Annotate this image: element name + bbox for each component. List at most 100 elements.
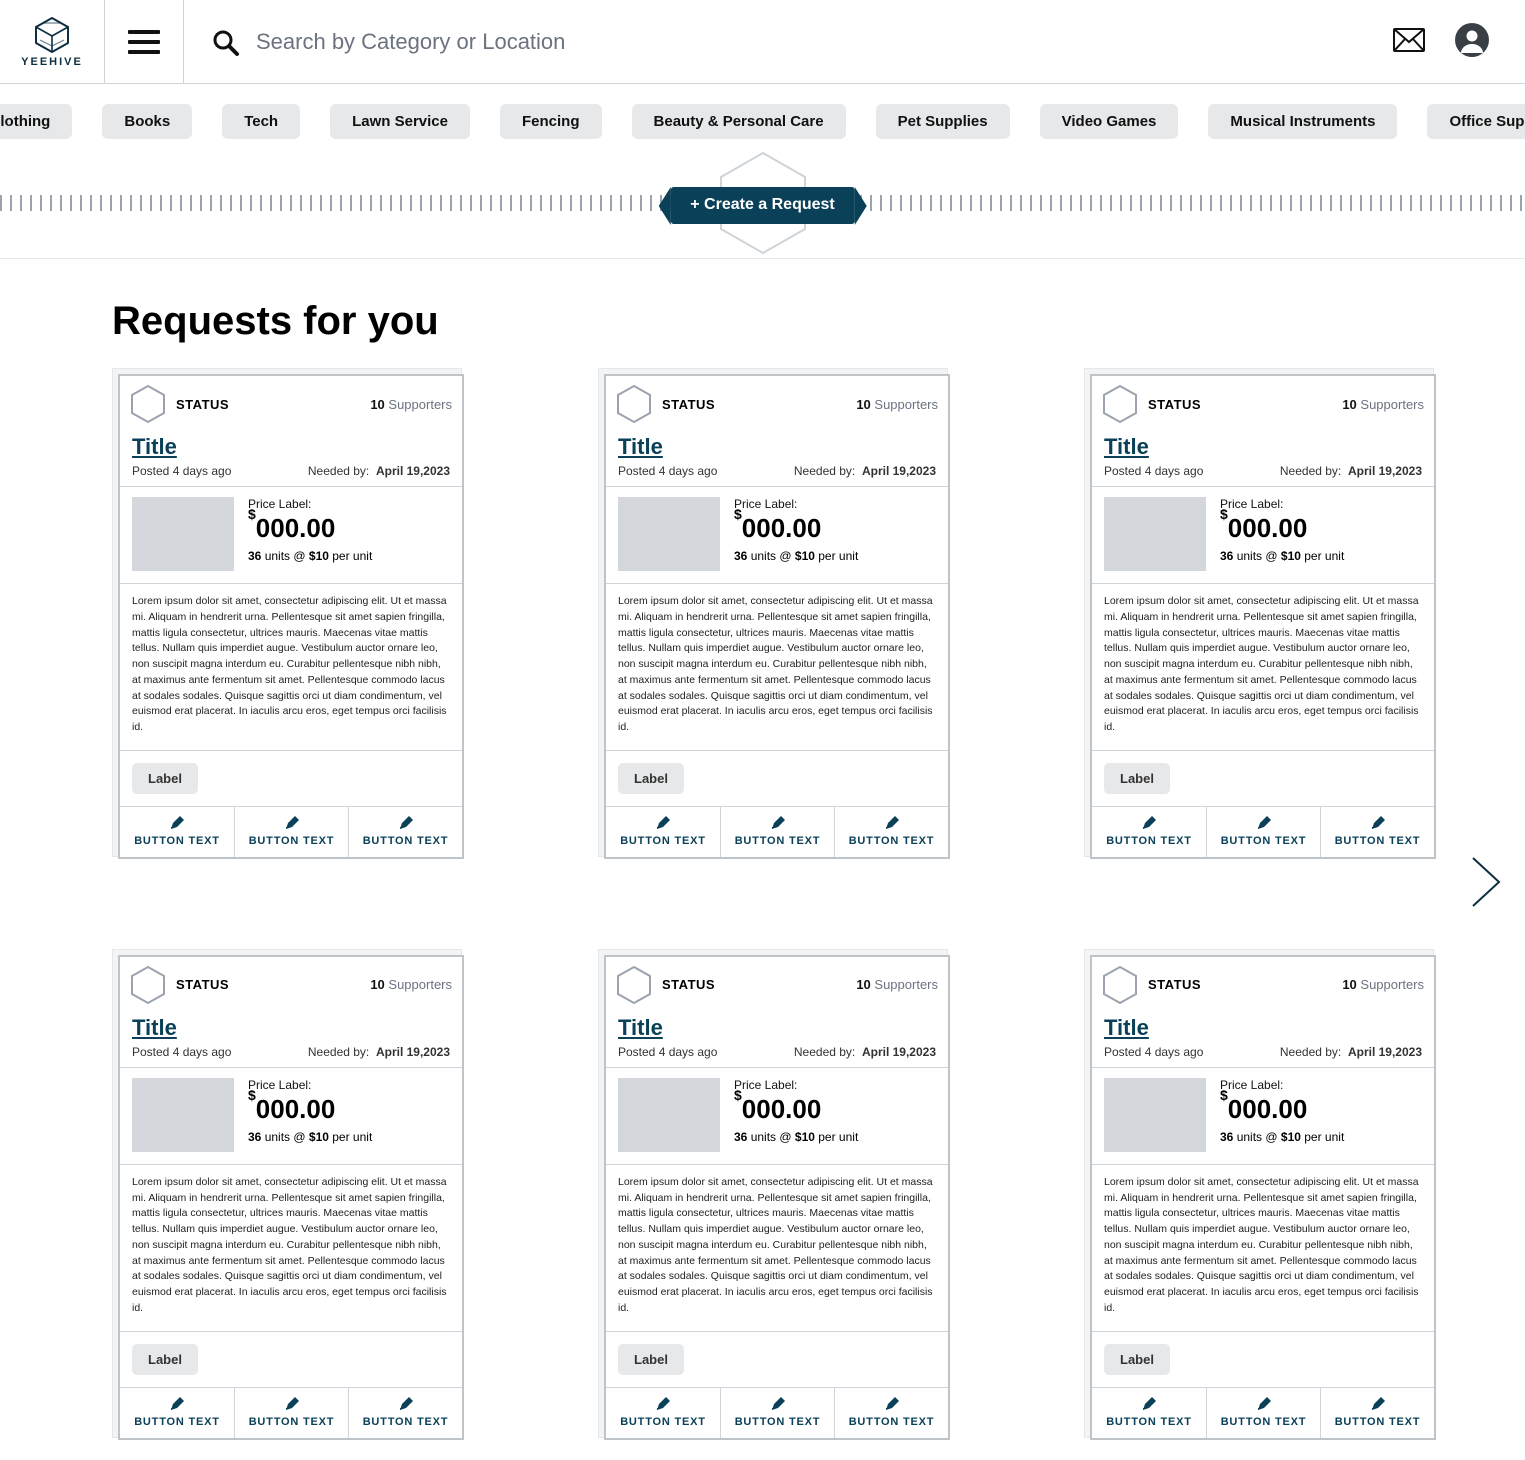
- posted-date: Posted 4 days ago: [618, 464, 717, 478]
- card-action-button[interactable]: BUTTON TEXT: [1320, 807, 1434, 857]
- status-label: STATUS: [1148, 977, 1201, 992]
- category-chip[interactable]: Pet Supplies: [876, 104, 1010, 139]
- hexagon-icon: [1102, 965, 1138, 1005]
- pencil-icon: [1256, 1396, 1272, 1412]
- card-action-button[interactable]: BUTTON TEXT: [348, 1388, 462, 1438]
- card-title-link[interactable]: Title: [1104, 1015, 1149, 1041]
- tag-chip[interactable]: Label: [618, 1344, 684, 1375]
- brand-name: YEEHIVE: [21, 56, 83, 68]
- top-header: YEEHIVE: [0, 0, 1525, 84]
- card-action-button[interactable]: BUTTON TEXT: [1092, 1388, 1206, 1438]
- card-title-link[interactable]: Title: [132, 1015, 177, 1041]
- card-description: Lorem ipsum dolor sit amet, consectetur …: [120, 1165, 462, 1332]
- supporters-count: 10 Supporters: [1342, 397, 1424, 412]
- needed-by: Needed by: April 19,2023: [308, 1045, 450, 1059]
- posted-date: Posted 4 days ago: [132, 1045, 231, 1059]
- pencil-icon: [284, 815, 300, 831]
- supporters-count: 10 Supporters: [370, 977, 452, 992]
- tag-chip[interactable]: Label: [618, 763, 684, 794]
- card-subheader: TitlePosted 4 days agoNeeded by: April 1…: [606, 1013, 948, 1068]
- tag-chip[interactable]: Label: [1104, 1344, 1170, 1375]
- messages-button[interactable]: [1393, 28, 1425, 55]
- supporters-count: 10 Supporters: [856, 977, 938, 992]
- cube-icon: [32, 16, 72, 54]
- category-chip[interactable]: Lawn Service: [330, 104, 470, 139]
- category-chip[interactable]: Office Supplies: [1427, 104, 1525, 139]
- card-subheader: Title Posted 4 days ago Needed by: April 1…: [120, 1013, 462, 1068]
- pencil-icon: [169, 1396, 185, 1412]
- card-action-button[interactable]: BUTTON TEXT: [720, 1388, 834, 1438]
- card-action-button[interactable]: BUTTON TEXT: [834, 807, 948, 857]
- supporters-count: 10 Supporters: [1342, 977, 1424, 992]
- category-chip[interactable]: Tech: [222, 104, 300, 139]
- card-description: Lorem ipsum dolor sit amet, consectetur …: [606, 1165, 948, 1332]
- hamburger-button[interactable]: [105, 0, 183, 84]
- card-action-button[interactable]: BUTTON TEXT: [234, 807, 348, 857]
- category-chip[interactable]: Video Games: [1040, 104, 1179, 139]
- supporters-count: 10 Supporters: [856, 397, 938, 412]
- account-button[interactable]: [1455, 23, 1489, 60]
- card-action-button[interactable]: BUTTON TEXT: [720, 807, 834, 857]
- category-chip[interactable]: Clothing: [0, 104, 72, 139]
- card-action-button[interactable]: BUTTON TEXT: [606, 807, 720, 857]
- brand-logo[interactable]: YEEHIVE: [0, 0, 104, 84]
- card-action-button[interactable]: BUTTON TEXT: [1206, 807, 1320, 857]
- card-header: STATUS 10 Supporters: [1092, 376, 1434, 432]
- tag-chip[interactable]: Label: [1104, 763, 1170, 794]
- request-card: STATUS 10 Supporters Title Posted 4 days ag…: [604, 955, 950, 1440]
- card-description: Lorem ipsum dolor sit amet, consectetur …: [606, 584, 948, 751]
- price-block: Price Label:$000.0036 units @ $10 per un…: [734, 1078, 858, 1152]
- category-chip[interactable]: Musical Instruments: [1208, 104, 1397, 139]
- next-page-button[interactable]: [1469, 854, 1503, 913]
- search-input[interactable]: [254, 28, 1357, 56]
- hexagon-icon: [1102, 384, 1138, 424]
- category-chips: WineClothingBooksTechLawn ServiceFencing…: [0, 84, 1525, 139]
- card-action-button[interactable]: BUTTON TEXT: [1206, 1388, 1320, 1438]
- card-actions: BUTTON TEXTBUTTON TEXTBUTTON TEXT: [120, 806, 462, 857]
- needed-by: Needed by: April 19,2023: [1280, 464, 1422, 478]
- pencil-icon: [884, 815, 900, 831]
- card-action-button[interactable]: BUTTON TEXT: [348, 807, 462, 857]
- card-action-button[interactable]: BUTTON TEXT: [1092, 807, 1206, 857]
- tag-chip[interactable]: Label: [132, 763, 198, 794]
- card-action-button[interactable]: BUTTON TEXT: [120, 807, 234, 857]
- card-action-button[interactable]: BUTTON TEXT: [834, 1388, 948, 1438]
- search-icon: [210, 27, 240, 57]
- price-block: Price Label:$000.0036 units @ $10 per un…: [734, 497, 858, 571]
- card-action-button[interactable]: BUTTON TEXT: [606, 1388, 720, 1438]
- pencil-icon: [398, 815, 414, 831]
- pencil-icon: [1370, 1396, 1386, 1412]
- card-title-link[interactable]: Title: [618, 1015, 663, 1041]
- status-label: STATUS: [1148, 397, 1201, 412]
- card-action-button[interactable]: BUTTON TEXT: [234, 1388, 348, 1438]
- posted-date: Posted 4 days ago: [618, 1045, 717, 1059]
- pencil-icon: [1370, 815, 1386, 831]
- price-block: Price Label:$000.0036 units @ $10 per un…: [248, 497, 372, 571]
- category-chip[interactable]: Fencing: [500, 104, 602, 139]
- cards-region: STATUS 10 Supporters Title Posted 4 days ag…: [0, 374, 1525, 1460]
- card-header: STATUS 10 Supporters: [606, 957, 948, 1013]
- card-header: STATUS10 Supporters: [606, 376, 948, 432]
- hamburger-icon: [128, 30, 160, 54]
- card-action-button[interactable]: BUTTON TEXT: [120, 1388, 234, 1438]
- pencil-icon: [1141, 815, 1157, 831]
- card-title-link[interactable]: Title: [1104, 434, 1149, 460]
- tag-chip[interactable]: Label: [132, 1344, 198, 1375]
- pencil-icon: [1141, 1396, 1157, 1412]
- request-card: STATUS10 SupportersTitle Posted 4 days ag…: [604, 374, 950, 859]
- card-title-link[interactable]: Title: [618, 434, 663, 460]
- pencil-icon: [398, 1396, 414, 1412]
- card-description: Lorem ipsum dolor sit amet, consectetur …: [1092, 1165, 1434, 1332]
- create-request-button[interactable]: + Create a Request: [670, 187, 855, 224]
- price-block: Price Label:$000.0036 units @ $10 per un…: [1220, 1078, 1344, 1152]
- category-chip[interactable]: Books: [102, 104, 192, 139]
- category-chip[interactable]: Beauty & Personal Care: [632, 104, 846, 139]
- thumbnail-placeholder: [132, 497, 234, 571]
- ruler-section: + Create a Request: [0, 149, 1525, 259]
- hexagon-icon: [616, 965, 652, 1005]
- card-title-link[interactable]: Title: [132, 434, 177, 460]
- card-action-button[interactable]: BUTTON TEXT: [1320, 1388, 1434, 1438]
- status-label: STATUS: [662, 977, 715, 992]
- hexagon-icon: [130, 384, 166, 424]
- card-subheader: TitlePosted 4 days agoNeeded by: April 1…: [606, 432, 948, 487]
